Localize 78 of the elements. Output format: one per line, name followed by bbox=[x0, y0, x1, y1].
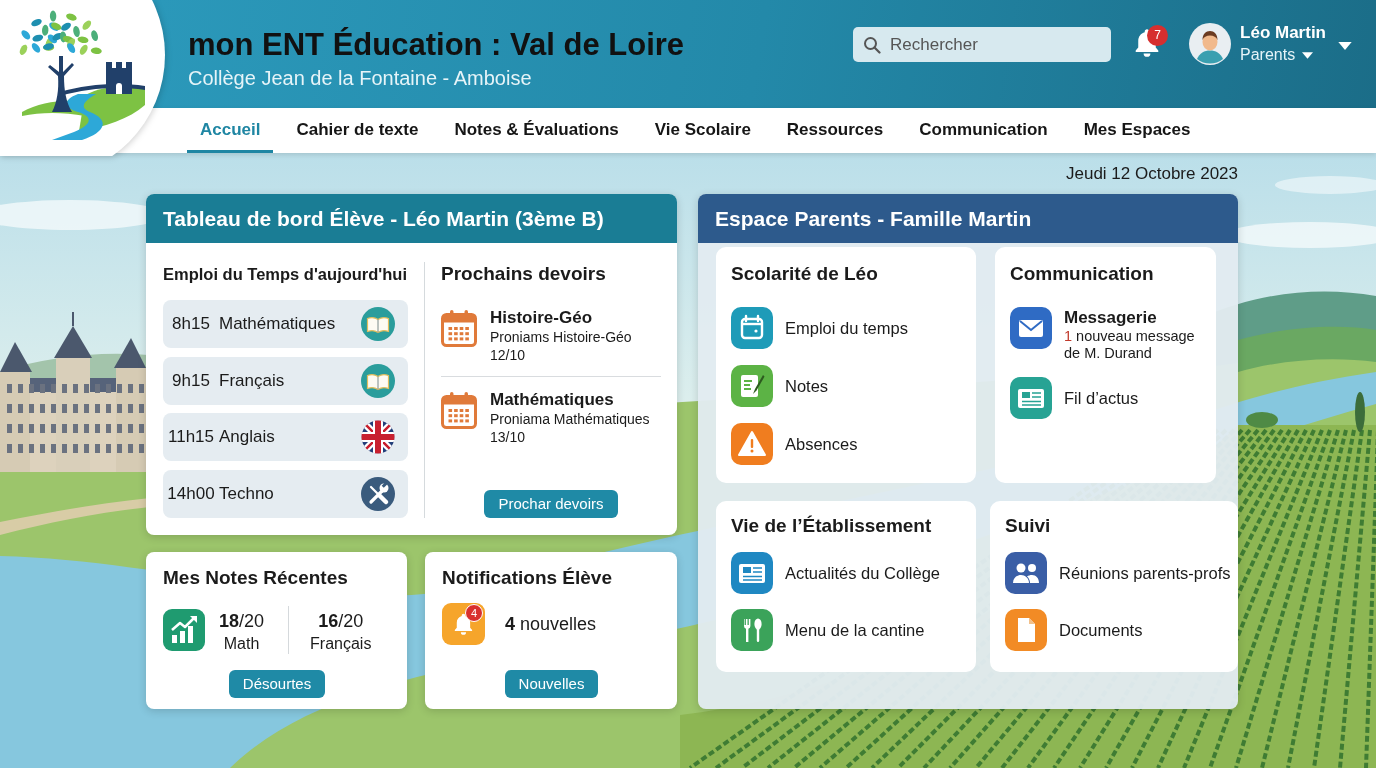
section-title: Prochains devoirs bbox=[441, 262, 607, 286]
section-title: Communication bbox=[1010, 262, 1155, 286]
section-title: Suivi bbox=[1005, 514, 1052, 538]
notification-count: 7 bbox=[1147, 25, 1169, 46]
section-title: Vie de l’Établissement bbox=[731, 514, 933, 538]
card-title: Mes Notes Récentes bbox=[163, 566, 349, 590]
homework-date: 12/10 bbox=[490, 346, 527, 364]
grade-subject: Math bbox=[222, 635, 261, 653]
user-name: Léo Martin bbox=[1240, 22, 1326, 44]
parent-link[interactable]: Notes bbox=[731, 365, 964, 407]
homework-date: 13/10 bbox=[490, 428, 527, 446]
flag-icon bbox=[361, 420, 395, 454]
subject-text: Anglais bbox=[219, 426, 276, 449]
notification-summary: 4 nouvelles bbox=[505, 612, 597, 636]
calendar-icon bbox=[731, 307, 773, 349]
bell-icon bbox=[442, 603, 485, 645]
newspaper-icon bbox=[731, 552, 773, 594]
nav-tab[interactable]: Notes & Évaluations bbox=[441, 108, 632, 153]
section-title: Emploi du Temps d'aujourd'hui bbox=[163, 264, 409, 285]
time-text: 8h15 bbox=[171, 313, 211, 336]
newspaper-icon bbox=[1010, 377, 1052, 419]
card-header: Tableau de bord Élève - Léo Martin (3ème B) bbox=[146, 194, 677, 243]
parent-link[interactable]: Absences bbox=[731, 423, 964, 465]
caret-icon[interactable] bbox=[1338, 42, 1352, 50]
warning-icon bbox=[731, 423, 773, 465]
parent-link[interactable]: Réunions parents-profs bbox=[1005, 552, 1234, 594]
subject-text: Mathématiques bbox=[219, 313, 337, 336]
tree bbox=[1355, 392, 1365, 432]
parent-link[interactable]: Actualités du Collège bbox=[731, 552, 964, 594]
parent-link[interactable]: Messagerie 1 nouveau message de M. Durand bbox=[1010, 307, 1204, 362]
tools-icon bbox=[361, 476, 395, 511]
fork-spoon-icon bbox=[731, 609, 773, 651]
section-title: Scolarité de Léo bbox=[731, 262, 879, 286]
nav-tab[interactable]: Accueil bbox=[187, 108, 274, 153]
grades-button[interactable]: Désourtes bbox=[228, 670, 326, 698]
time-text: 14h00 bbox=[166, 482, 216, 505]
book-icon bbox=[361, 307, 395, 341]
school-name: Collège Jean de la Fontaine - Amboise bbox=[188, 66, 533, 90]
user-role: Parents bbox=[1240, 45, 1296, 65]
time-text: 9h15 bbox=[171, 369, 211, 392]
calendar-icon bbox=[441, 391, 477, 429]
date-text: Jeudi 12 Octobre 2023 bbox=[1066, 162, 1238, 185]
document-icon bbox=[1005, 609, 1047, 651]
parent-link[interactable]: Emploi du temps bbox=[731, 307, 964, 349]
nav-tab[interactable]: Ressources bbox=[773, 108, 897, 153]
parent-link[interactable]: Fil d’actus bbox=[1010, 377, 1204, 419]
avatar-icon bbox=[1189, 23, 1232, 65]
site-title: mon ENT Éducation : Val de Loire bbox=[188, 27, 685, 63]
homework-detail: Proniama Mathématiques bbox=[490, 410, 650, 428]
nav-tab[interactable]: Communication bbox=[906, 108, 1061, 153]
nav-tab[interactable]: Vie Scolaire bbox=[641, 108, 764, 153]
nav-tab[interactable]: Mes Espaces bbox=[1070, 108, 1204, 153]
homework-subject: Mathématiques bbox=[490, 390, 615, 410]
grade-score: 16/20 bbox=[317, 610, 365, 633]
card-header: Espace Parents - Famille Martin bbox=[698, 194, 1238, 243]
homework-detail: Proniams Histoire-Géo bbox=[490, 328, 632, 346]
subject-text: Techno bbox=[219, 482, 275, 505]
notepad-icon bbox=[731, 365, 773, 407]
search-icon bbox=[863, 35, 882, 54]
notifications-button[interactable]: Nouvelles bbox=[504, 670, 599, 698]
time-text: 11h15 bbox=[167, 426, 215, 449]
tree bbox=[1246, 412, 1278, 428]
parent-link[interactable]: Menu de la cantine bbox=[731, 609, 964, 651]
homework-subject: Histoire-Géo bbox=[490, 308, 594, 328]
homework-button[interactable]: Prochar devoirs bbox=[484, 490, 618, 518]
envelope-icon bbox=[1010, 307, 1052, 349]
card-title: Notifications Élève bbox=[442, 566, 613, 590]
grade-subject: Français bbox=[310, 635, 372, 653]
grade-score: 18/20 bbox=[219, 610, 265, 633]
search-field[interactable]: Rechercher bbox=[853, 27, 1112, 62]
book-icon bbox=[361, 363, 395, 398]
nav-tab[interactable]: Cahier de texte bbox=[283, 108, 432, 153]
subject-text: Français bbox=[219, 369, 286, 392]
calendar-icon bbox=[441, 309, 477, 347]
parent-link[interactable]: Documents bbox=[1005, 609, 1234, 651]
people-icon bbox=[1005, 552, 1047, 594]
chart-icon bbox=[163, 609, 205, 651]
caret-icon[interactable] bbox=[1302, 51, 1314, 59]
